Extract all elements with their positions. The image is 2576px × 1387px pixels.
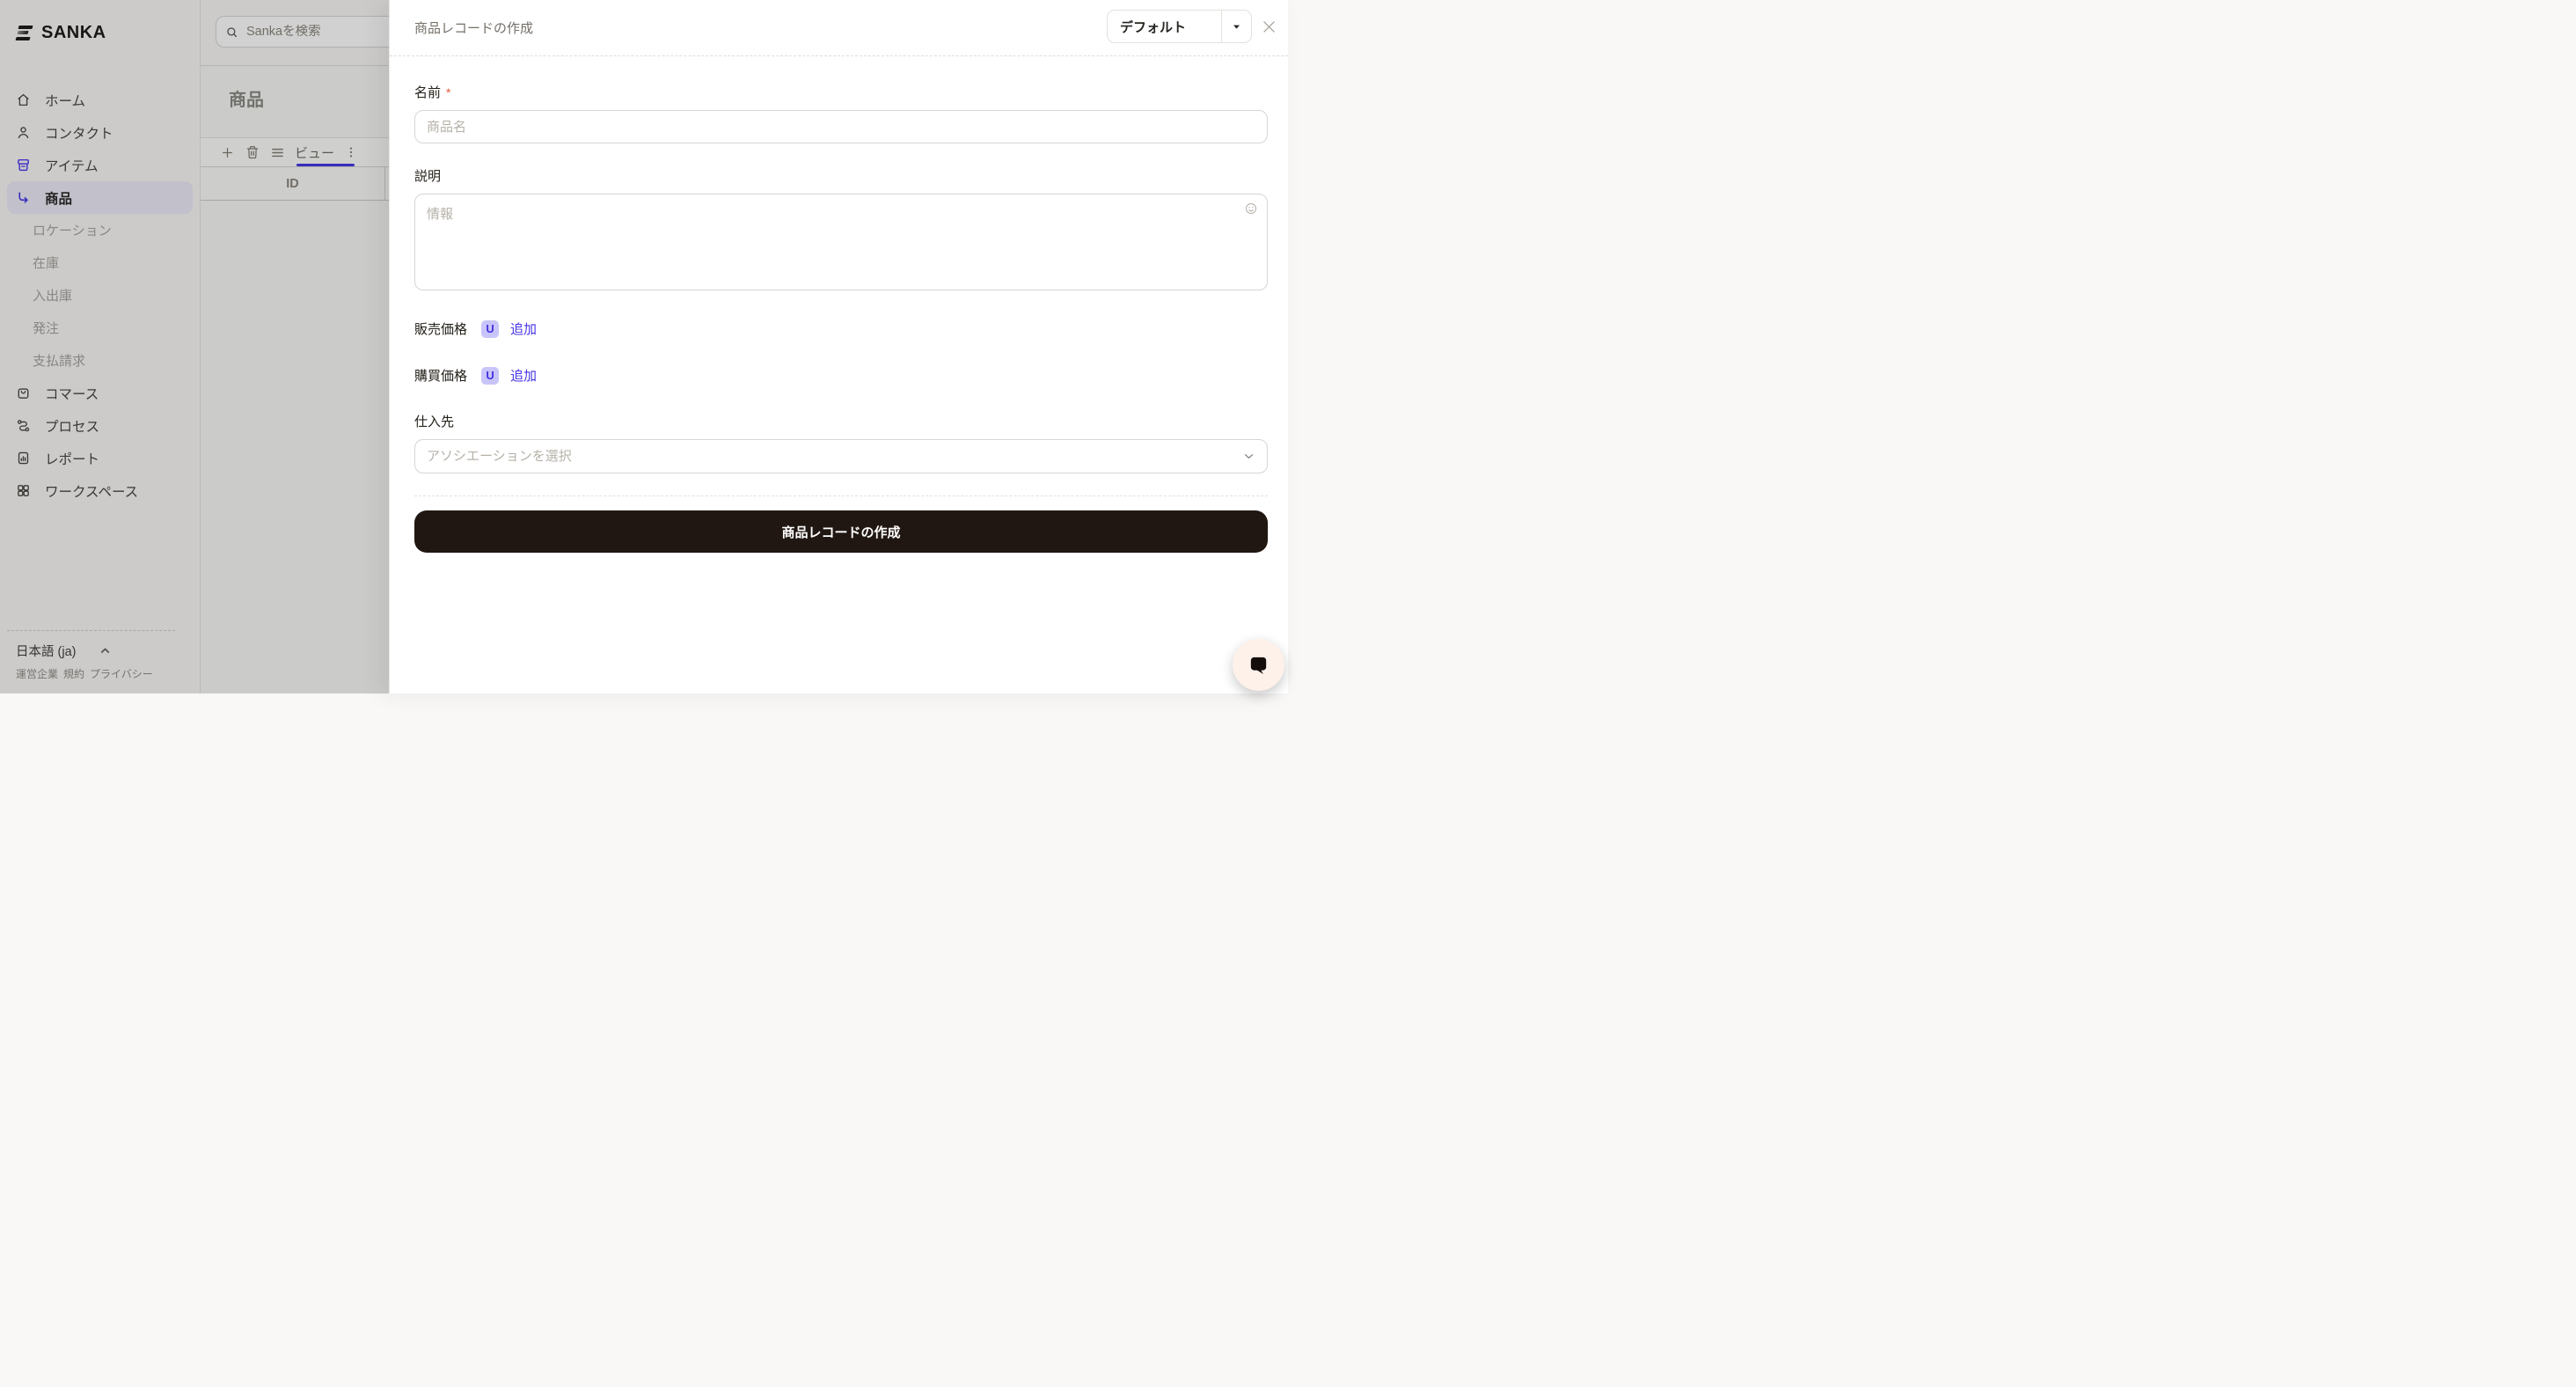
currency-unit-badge[interactable]: U	[481, 367, 499, 385]
supplier-select[interactable]	[414, 439, 1268, 473]
name-field[interactable]	[414, 110, 1268, 143]
currency-unit-badge[interactable]: U	[481, 320, 499, 338]
caret-down-icon[interactable]	[1221, 11, 1251, 42]
required-mark: *	[446, 85, 450, 99]
create-product-submit-button[interactable]: 商品レコードの作成	[414, 510, 1268, 553]
purchase-price-label: 購買価格	[414, 366, 467, 385]
add-sales-price-button[interactable]: 追加	[510, 319, 537, 338]
close-icon[interactable]	[1261, 18, 1277, 35]
description-field[interactable]	[414, 194, 1268, 290]
add-purchase-price-button[interactable]: 追加	[510, 366, 537, 385]
smiley-icon[interactable]	[1244, 202, 1258, 216]
modal-form: 名前 * 説明 販売価格 U 追加 購買価格 U 追加 仕入先 商品	[390, 56, 1288, 553]
template-select-value: デフォルト	[1108, 11, 1221, 42]
form-divider	[414, 495, 1268, 496]
description-field-label: 説明	[414, 166, 1268, 185]
name-field-label: 名前 *	[414, 83, 1268, 101]
chat-bubble-icon	[1247, 653, 1270, 677]
chat-launcher-button[interactable]	[1233, 639, 1284, 691]
supplier-field-label: 仕入先	[414, 412, 1268, 430]
sales-price-row: 販売価格 U 追加	[414, 319, 1268, 338]
supplier-select-input[interactable]	[414, 439, 1268, 473]
modal-header: 商品レコードの作成 デフォルト	[390, 0, 1288, 56]
purchase-price-row: 購買価格 U 追加	[414, 366, 1268, 385]
modal-title: 商品レコードの作成	[414, 18, 533, 37]
create-product-modal: 商品レコードの作成 デフォルト 名前 * 説明 販売価格 U 追加 購買価格 U…	[389, 0, 1288, 694]
sales-price-label: 販売価格	[414, 319, 467, 338]
template-select-button[interactable]: デフォルト	[1107, 10, 1252, 43]
